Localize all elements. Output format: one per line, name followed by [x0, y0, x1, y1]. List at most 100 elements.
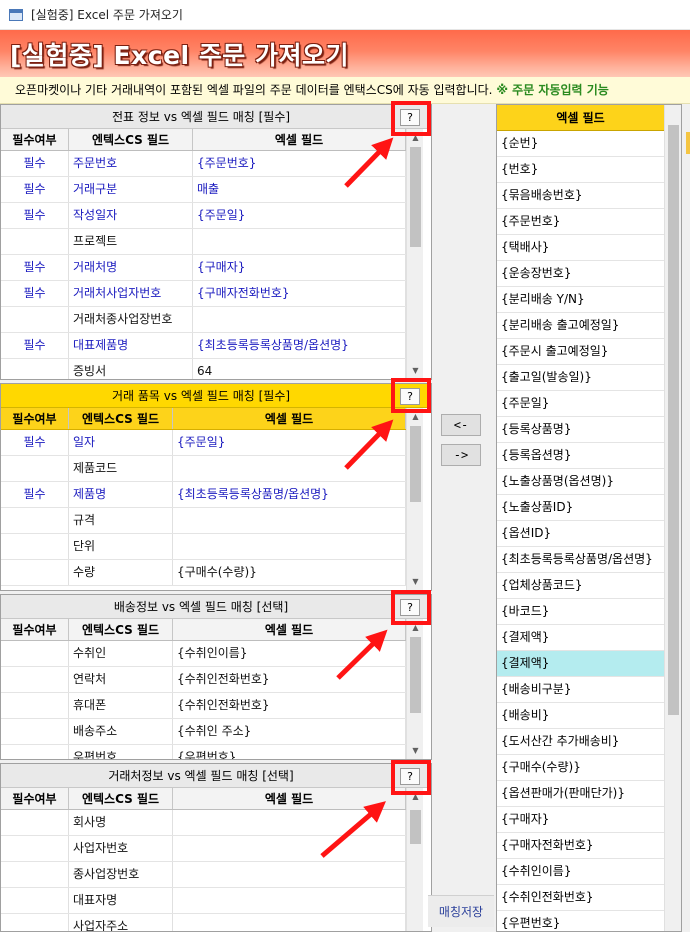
list-item[interactable]: {주문번호}	[497, 209, 664, 235]
excel-field-cell[interactable]: {수취인이름}	[173, 641, 406, 666]
col-cs-field[interactable]: 엔텍스CS 필드	[69, 129, 193, 150]
voucher-help-button[interactable]: ?	[400, 109, 420, 126]
list-item[interactable]: {출고일(발송일)}	[497, 365, 664, 391]
list-item[interactable]: {도서산간 추가배송비}	[497, 729, 664, 755]
scroll-thumb[interactable]	[410, 147, 421, 247]
col-excel-field[interactable]: 엑셀 필드	[173, 619, 406, 640]
excel-field-cell[interactable]: 매출	[193, 177, 406, 202]
table-row[interactable]: 필수 대표제품명 {최초등록등록상품명/옵션명}	[1, 333, 406, 359]
excel-field-cell[interactable]: {구매자전화번호}	[193, 281, 406, 306]
excel-field-cell[interactable]	[173, 810, 406, 835]
excel-field-cell[interactable]	[173, 534, 406, 559]
col-cs-field[interactable]: 엔텍스CS 필드	[69, 788, 173, 809]
excel-field-cell[interactable]	[173, 888, 406, 913]
col-cs-field[interactable]: 엔텍스CS 필드	[69, 408, 173, 429]
table-row[interactable]: 단위	[1, 534, 406, 560]
shipping-help-button[interactable]: ?	[400, 599, 420, 616]
list-item[interactable]: {구매자전화번호}	[497, 833, 664, 859]
list-item[interactable]: {구매자}	[497, 807, 664, 833]
table-row[interactable]: 필수 주문번호 {주문번호}	[1, 151, 406, 177]
list-item[interactable]: {바코드}	[497, 599, 664, 625]
list-item[interactable]: {우편번호}	[497, 911, 664, 931]
table-row[interactable]: 필수 작성일자 {주문일}	[1, 203, 406, 229]
save-mapping-button[interactable]: 매칭저장	[428, 895, 494, 927]
col-excel-field[interactable]: 엑셀 필드	[193, 129, 406, 150]
items-scrollbar[interactable]: ▲ ▼	[406, 408, 423, 590]
scroll-down-icon[interactable]: ▼	[407, 742, 424, 759]
table-row[interactable]: 대표자명	[1, 888, 406, 914]
excel-field-cell[interactable]: 64	[193, 359, 406, 379]
list-item[interactable]: {결제액}	[497, 625, 664, 651]
table-row[interactable]: 규격	[1, 508, 406, 534]
scroll-thumb[interactable]	[410, 426, 421, 502]
excel-field-cell[interactable]	[173, 456, 406, 481]
excel-field-cell[interactable]	[173, 862, 406, 887]
list-item[interactable]: {번호}	[497, 157, 664, 183]
list-item[interactable]: {주문일}	[497, 391, 664, 417]
list-item[interactable]: {수취인이름}	[497, 859, 664, 885]
excel-field-cell[interactable]	[193, 307, 406, 332]
table-row[interactable]: 필수 제품명 {최초등록등록상품명/옵션명}	[1, 482, 406, 508]
shipping-scrollbar[interactable]: ▲ ▼	[406, 619, 423, 759]
list-item[interactable]: {순번}	[497, 131, 664, 157]
col-excel-field[interactable]: 엑셀 필드	[173, 408, 406, 429]
list-item[interactable]: {노출상품ID}	[497, 495, 664, 521]
table-row[interactable]: 필수 거래구분 매출	[1, 177, 406, 203]
list-item[interactable]: {옵션ID}	[497, 521, 664, 547]
items-help-button[interactable]: ?	[400, 388, 420, 405]
list-item[interactable]: {구매수(수량)}	[497, 755, 664, 781]
client-scrollbar[interactable]: ▲	[406, 788, 424, 931]
excel-field-cell[interactable]: {주문일}	[173, 430, 406, 455]
list-item[interactable]: {배송비구분}	[497, 677, 664, 703]
col-required[interactable]: 필수여부	[1, 129, 69, 150]
list-item[interactable]: {결제액}	[497, 651, 664, 677]
excel-field-cell[interactable]: {주문일}	[193, 203, 406, 228]
list-item[interactable]: {배송비}	[497, 703, 664, 729]
table-row[interactable]: 필수 거래처사업자번호 {구매자전화번호}	[1, 281, 406, 307]
table-row[interactable]: 프로젝트	[1, 229, 406, 255]
list-item[interactable]: {주문시 출고예정일}	[497, 339, 664, 365]
list-item[interactable]: {최초등록등록상품명/옵션명}	[497, 547, 664, 573]
table-row[interactable]: 회사명	[1, 810, 406, 836]
table-row[interactable]: 증빙서 64	[1, 359, 406, 379]
scroll-thumb[interactable]	[668, 125, 679, 715]
excel-field-cell[interactable]: {우편번호}	[173, 745, 406, 759]
list-item[interactable]: {분리배송 출고예정일}	[497, 313, 664, 339]
excel-field-cell[interactable]	[173, 836, 406, 861]
client-help-button[interactable]: ?	[400, 768, 420, 785]
list-item[interactable]: {분리배송 Y/N}	[497, 287, 664, 313]
col-cs-field[interactable]: 엔텍스CS 필드	[69, 619, 173, 640]
col-required[interactable]: 필수여부	[1, 619, 69, 640]
col-required[interactable]: 필수여부	[1, 788, 69, 809]
list-item[interactable]: {수취인전화번호}	[497, 885, 664, 911]
col-excel-field[interactable]: 엑셀 필드	[173, 788, 406, 809]
list-item[interactable]: {택배사}	[497, 235, 664, 261]
scroll-up-icon[interactable]: ▲	[407, 129, 424, 146]
voucher-scrollbar[interactable]: ▲ ▼	[406, 129, 423, 379]
excel-field-cell[interactable]	[193, 229, 406, 254]
excel-field-cell[interactable]: {수취인 주소}	[173, 719, 406, 744]
scroll-thumb[interactable]	[410, 810, 421, 844]
scroll-down-icon[interactable]: ▼	[407, 573, 424, 590]
table-row[interactable]: 종사업장번호	[1, 862, 406, 888]
scroll-thumb[interactable]	[410, 637, 421, 713]
scroll-up-icon[interactable]: ▲	[407, 788, 424, 805]
table-row[interactable]: 사업자주소	[1, 914, 406, 931]
list-item[interactable]: {묶음배송번호}	[497, 183, 664, 209]
excel-field-cell[interactable]: {주문번호}	[193, 151, 406, 176]
move-right-button[interactable]: ->	[441, 444, 481, 466]
excel-field-cell[interactable]: {최초등록등록상품명/옵션명}	[173, 482, 406, 507]
table-row[interactable]: 필수 일자 {주문일}	[1, 430, 406, 456]
table-row[interactable]: 필수 거래처명 {구매자}	[1, 255, 406, 281]
excel-field-cell[interactable]: {수취인전화번호}	[173, 693, 406, 718]
scroll-down-icon[interactable]: ▼	[407, 362, 424, 379]
list-item[interactable]: {업체상품코드}	[497, 573, 664, 599]
table-row[interactable]: 연락처 {수취인전화번호}	[1, 667, 406, 693]
list-item[interactable]: {등록상품명}	[497, 417, 664, 443]
list-item[interactable]: {운송장번호}	[497, 261, 664, 287]
move-left-button[interactable]: <-	[441, 414, 481, 436]
table-row[interactable]: 사업자번호	[1, 836, 406, 862]
excel-field-cell[interactable]	[173, 508, 406, 533]
table-row[interactable]: 우편번호 {우편번호}	[1, 745, 406, 759]
scroll-up-icon[interactable]: ▲	[407, 619, 424, 636]
